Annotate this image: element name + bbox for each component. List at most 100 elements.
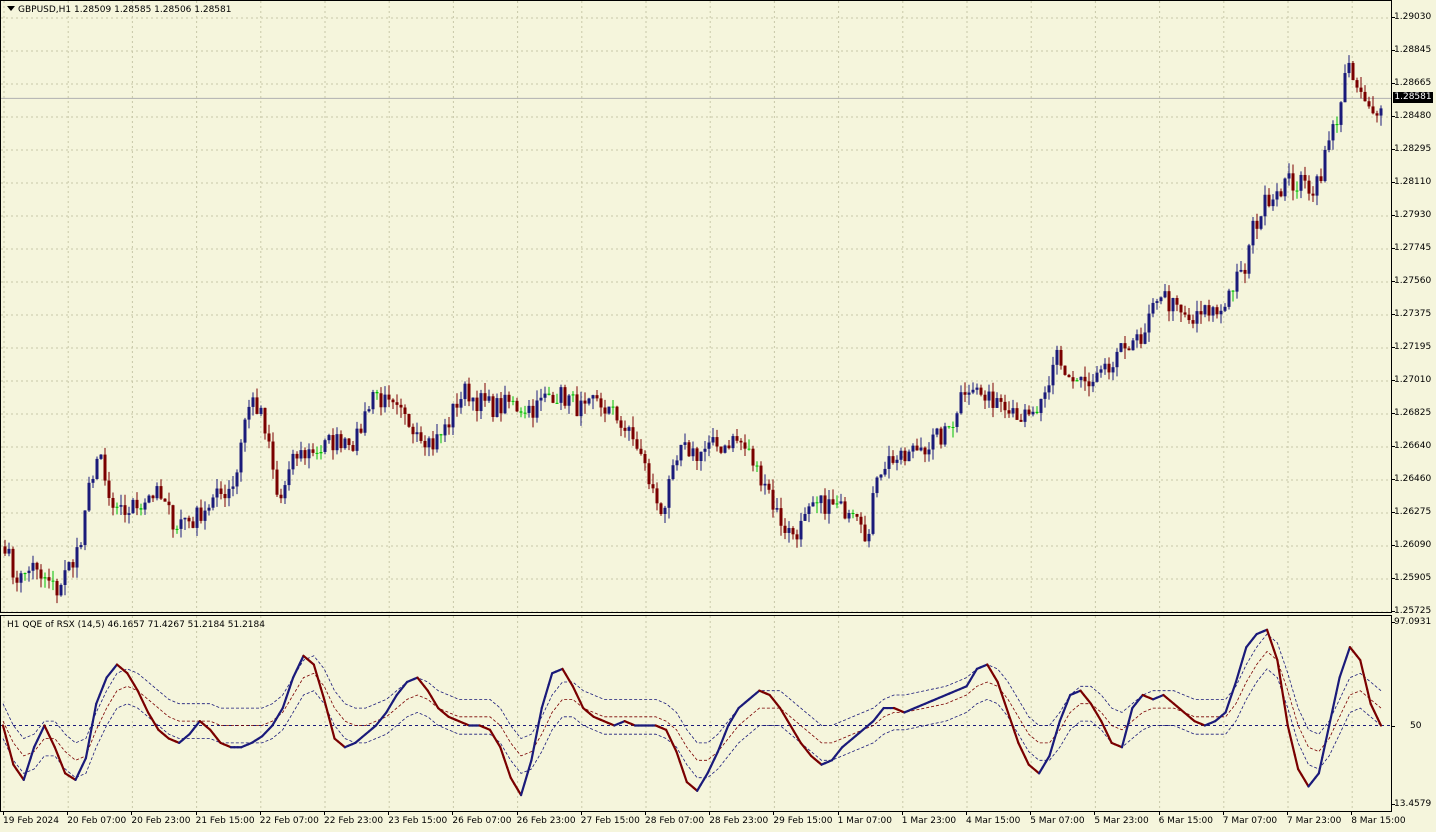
candle bbox=[1223, 303, 1227, 313]
candle bbox=[203, 501, 207, 530]
time-tick-mark bbox=[1158, 812, 1160, 815]
candle bbox=[719, 446, 723, 455]
candle bbox=[1331, 120, 1335, 150]
candle bbox=[175, 525, 179, 534]
time-tick-mark bbox=[452, 812, 454, 815]
price-tick-label: 1.27930 bbox=[1394, 210, 1432, 220]
candle bbox=[1339, 101, 1343, 133]
candle bbox=[947, 425, 951, 429]
time-tick-mark bbox=[645, 812, 646, 815]
candle bbox=[731, 433, 735, 453]
oscillator-axis[interactable]: 97.0931 50 13.4579 bbox=[1392, 615, 1436, 812]
candle bbox=[675, 455, 679, 471]
candle bbox=[427, 436, 431, 457]
candle bbox=[967, 384, 971, 405]
indicator-pane[interactable]: H1 QQE of RSX (14,5) 46.1657 71.4267 51.… bbox=[0, 615, 1392, 812]
price-chart-svg[interactable] bbox=[1, 1, 1391, 612]
time-tick-label: 6 Mar 15:00 bbox=[1158, 816, 1213, 826]
candle bbox=[251, 392, 255, 416]
candle bbox=[1335, 116, 1339, 133]
candle bbox=[267, 424, 271, 449]
candle bbox=[1359, 77, 1363, 99]
candle bbox=[239, 439, 243, 482]
candle bbox=[723, 444, 727, 454]
time-tick-label: 20 Feb 23:00 bbox=[131, 816, 191, 826]
candle bbox=[315, 446, 319, 460]
time-tick-mark bbox=[516, 812, 518, 815]
candle bbox=[859, 512, 863, 534]
candle bbox=[471, 397, 475, 411]
candle bbox=[1171, 297, 1175, 322]
candle bbox=[919, 437, 923, 452]
candle bbox=[1071, 370, 1075, 389]
candle bbox=[715, 429, 719, 452]
candle bbox=[395, 394, 399, 415]
time-tick-label: 4 Mar 15:00 bbox=[966, 816, 1021, 826]
time-tick-label: 21 Feb 15:00 bbox=[195, 816, 255, 826]
candle bbox=[1251, 216, 1255, 254]
candle bbox=[611, 399, 615, 415]
candle bbox=[1327, 131, 1331, 153]
candle bbox=[263, 407, 267, 440]
time-tick-label: 28 Feb 23:00 bbox=[709, 816, 769, 826]
indicator-svg[interactable] bbox=[1, 616, 1391, 811]
candle bbox=[71, 559, 75, 578]
candle bbox=[1195, 300, 1199, 333]
candle bbox=[1351, 61, 1355, 81]
candle bbox=[303, 447, 307, 465]
time-tick-mark bbox=[67, 812, 69, 815]
candle bbox=[691, 441, 695, 461]
time-tick-mark bbox=[195, 812, 197, 815]
candle bbox=[971, 382, 975, 395]
candle bbox=[1235, 263, 1239, 299]
price-tick-label: 1.28110 bbox=[1394, 177, 1432, 187]
candle bbox=[331, 428, 335, 460]
candle bbox=[1019, 413, 1023, 422]
candle bbox=[107, 471, 111, 506]
candle bbox=[1319, 168, 1323, 184]
candle bbox=[1303, 166, 1307, 189]
candle bbox=[907, 449, 911, 462]
price-tick-label: 1.27745 bbox=[1394, 243, 1432, 253]
candle bbox=[1379, 105, 1383, 126]
candle bbox=[1063, 365, 1067, 376]
candle bbox=[299, 441, 303, 462]
candle bbox=[735, 429, 739, 444]
time-tick-mark bbox=[837, 812, 839, 815]
time-axis[interactable]: 19 Feb 2024 20 Feb 07:00 20 Feb 23:00 21 Fe… bbox=[0, 812, 1406, 832]
candle bbox=[863, 515, 867, 542]
candle bbox=[1299, 171, 1303, 199]
candle bbox=[571, 391, 575, 403]
candle bbox=[807, 503, 811, 523]
candle bbox=[247, 399, 251, 429]
candle bbox=[423, 435, 427, 456]
price-tick-label: 1.28295 bbox=[1394, 144, 1432, 154]
chevron-down-icon[interactable] bbox=[7, 6, 15, 11]
candle bbox=[903, 447, 907, 466]
time-tick-mark bbox=[324, 812, 325, 815]
time-tick-mark bbox=[580, 812, 582, 815]
candle bbox=[271, 432, 275, 479]
candle bbox=[59, 583, 63, 597]
candle bbox=[599, 392, 603, 417]
candle bbox=[1059, 345, 1063, 370]
candle bbox=[431, 430, 435, 456]
time-tick-mark bbox=[1030, 812, 1032, 815]
candle bbox=[527, 400, 531, 418]
candle bbox=[327, 433, 331, 444]
candle bbox=[231, 476, 235, 497]
candle bbox=[1047, 376, 1051, 400]
candle bbox=[483, 383, 487, 407]
candle bbox=[523, 405, 527, 419]
candle bbox=[451, 403, 455, 435]
candle bbox=[375, 389, 379, 400]
candle bbox=[1007, 401, 1011, 418]
candle bbox=[875, 476, 879, 498]
candle bbox=[383, 386, 387, 413]
candle bbox=[667, 475, 671, 519]
candle bbox=[1211, 305, 1215, 322]
candle bbox=[623, 420, 627, 438]
candle bbox=[979, 384, 983, 397]
candle bbox=[803, 507, 807, 521]
price-chart-pane[interactable]: GBPUSD,H1 1.28509 1.28585 1.28506 1.2858… bbox=[0, 0, 1392, 613]
